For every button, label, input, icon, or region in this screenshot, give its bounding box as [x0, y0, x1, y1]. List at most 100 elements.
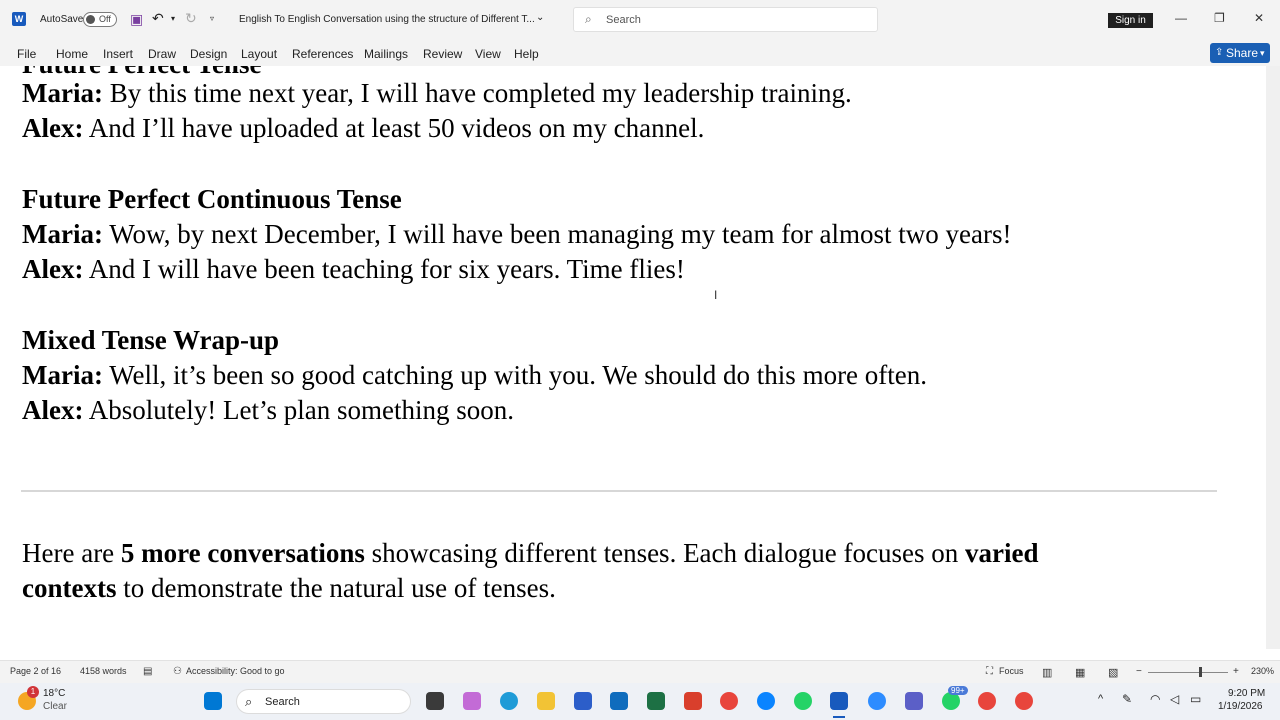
- intro-bold: varied: [964, 538, 1039, 568]
- dialogue-line: Alex: And I will have been teaching for …: [22, 254, 685, 285]
- word-count[interactable]: 4158 words: [80, 666, 127, 676]
- search-icon: ⌕: [585, 12, 592, 26]
- zoom-level[interactable]: 230%: [1251, 666, 1274, 676]
- accessibility-icon: ⚇: [173, 666, 182, 677]
- dialogue-line: Maria: Well, it’s been so good catching …: [22, 360, 927, 391]
- weather-temp[interactable]: 18°C: [43, 688, 65, 699]
- undo-icon[interactable]: ↶: [152, 10, 164, 27]
- tab-insert[interactable]: Insert: [103, 47, 133, 61]
- volume-icon[interactable]: ◁: [1170, 692, 1179, 706]
- search-box[interactable]: ⌕ Search: [573, 7, 878, 32]
- focus-icon: ⛶: [986, 666, 993, 677]
- speaker: Maria:: [22, 360, 103, 390]
- tab-review[interactable]: Review: [423, 47, 462, 61]
- zoom-in-icon[interactable]: +: [1233, 666, 1239, 677]
- document-canvas[interactable]: Future Perfect Tense Maria: By this time…: [0, 66, 1266, 649]
- dialogue-text: By this time next year, I will have comp…: [102, 78, 852, 108]
- autosave-toggle[interactable]: Off: [83, 12, 117, 27]
- share-label: Share: [1226, 46, 1259, 60]
- zoom-slider[interactable]: [1148, 672, 1228, 673]
- weather-desc[interactable]: Clear: [43, 701, 67, 712]
- taskbar-search[interactable]: ⌕ Search: [236, 689, 411, 714]
- tab-home[interactable]: Home: [56, 47, 88, 61]
- focus-button[interactable]: Focus: [999, 666, 1024, 676]
- tab-references[interactable]: References: [292, 47, 353, 61]
- weather-badge: 1: [27, 686, 39, 698]
- share-icon: ⇪: [1215, 47, 1224, 58]
- tray-chevron-icon[interactable]: ^: [1098, 693, 1103, 705]
- tray-app-icon[interactable]: ✎: [1122, 692, 1132, 706]
- proofing-icon[interactable]: ▤: [143, 666, 152, 677]
- autosave-state: Off: [99, 14, 111, 24]
- dialogue-line: Maria: Wow, by next December, I will hav…: [22, 219, 1011, 250]
- intro-text: showcasing different tenses. Each dialog…: [364, 538, 965, 568]
- share-dropdown-icon: ▾: [1260, 48, 1265, 58]
- vertical-scrollbar[interactable]: [1266, 66, 1280, 649]
- store-icon[interactable]: [574, 692, 592, 710]
- tab-draw[interactable]: Draw: [148, 47, 176, 61]
- status-bar: Page 2 of 16 4158 words ▤ ⚇ Accessibilit…: [0, 660, 1280, 683]
- copilot-icon[interactable]: [463, 692, 481, 710]
- zoom-out-icon[interactable]: −: [1136, 666, 1142, 677]
- undo-dropdown-icon[interactable]: ▾: [171, 14, 175, 23]
- chrome-profile-icon[interactable]: [978, 692, 996, 710]
- zoom-slider-thumb[interactable]: [1199, 667, 1202, 677]
- word-taskbar-icon[interactable]: [830, 692, 848, 710]
- zoom-app-icon[interactable]: [868, 692, 886, 710]
- title-bar: W AutoSave Off ▣ ↶ ▾ ↻ ▿ English To Engl…: [0, 0, 1280, 40]
- page-count[interactable]: Page 2 of 16: [10, 666, 61, 676]
- chrome-second-icon[interactable]: [1015, 692, 1033, 710]
- outlook-icon[interactable]: [610, 692, 628, 710]
- intro-text: Here are: [22, 538, 121, 568]
- toggle-knob: [86, 15, 95, 24]
- taskbar-search-icon: ⌕: [245, 694, 253, 709]
- intro-bold: 5 more conversations: [120, 538, 365, 568]
- tab-mailings[interactable]: Mailings: [364, 47, 408, 61]
- document-title[interactable]: English To English Conversation using th…: [239, 14, 535, 25]
- read-mode-icon[interactable]: ▥: [1042, 666, 1052, 679]
- close-icon[interactable]: ✕: [1254, 11, 1264, 25]
- tab-file[interactable]: File: [17, 47, 36, 61]
- tab-design[interactable]: Design: [190, 47, 227, 61]
- web-layout-icon[interactable]: ▧: [1108, 666, 1118, 679]
- file-explorer-icon[interactable]: [537, 692, 555, 710]
- speaker: Alex:: [22, 395, 84, 425]
- customize-toolbar-icon[interactable]: ▿: [210, 14, 214, 23]
- edge-icon[interactable]: [500, 692, 518, 710]
- whatsapp-badge: 99+: [948, 686, 968, 695]
- ribbon-tabs: File Home Insert Draw Design Layout Refe…: [0, 40, 1280, 66]
- horizontal-rule: [21, 490, 1217, 492]
- messenger-icon[interactable]: [757, 692, 775, 710]
- dialogue-line: Alex: Absolutely! Let’s plan something s…: [22, 395, 514, 426]
- tab-view[interactable]: View: [475, 47, 501, 61]
- share-button[interactable]: ⇪ Share ▾: [1210, 43, 1270, 63]
- pdf-reader-icon[interactable]: [684, 692, 702, 710]
- tab-help[interactable]: Help: [514, 47, 539, 61]
- whatsapp-icon[interactable]: [794, 692, 812, 710]
- chrome-icon[interactable]: [720, 692, 738, 710]
- sign-in-button[interactable]: Sign in: [1108, 13, 1153, 28]
- dialogue-line: Maria: By this time next year, I will ha…: [22, 78, 852, 109]
- dialogue-text: And I will have been teaching for six ye…: [83, 254, 685, 284]
- word-app-icon: W: [12, 12, 26, 26]
- clock-date[interactable]: 1/19/2026: [1218, 701, 1263, 712]
- dialogue-text: And I’ll have uploaded at least 50 video…: [83, 113, 705, 143]
- wifi-icon[interactable]: ◠: [1150, 692, 1160, 706]
- restore-icon[interactable]: ❐: [1214, 11, 1225, 25]
- search-placeholder: Search: [606, 14, 641, 26]
- teams-icon[interactable]: [905, 692, 923, 710]
- minimize-icon[interactable]: —: [1175, 11, 1187, 25]
- save-icon[interactable]: ▣: [130, 11, 143, 28]
- windows-start-icon[interactable]: [204, 692, 222, 710]
- task-view-icon[interactable]: [426, 692, 444, 710]
- battery-icon[interactable]: ▭: [1190, 692, 1201, 706]
- accessibility-status[interactable]: Accessibility: Good to go: [186, 666, 285, 676]
- excel-icon[interactable]: [647, 692, 665, 710]
- title-dropdown-icon[interactable]: ⌄: [536, 12, 544, 23]
- dialogue-text: Wow, by next December, I will have been …: [102, 219, 1012, 249]
- clock-time[interactable]: 9:20 PM: [1228, 688, 1265, 699]
- intro-text: to demonstrate the natural use of tenses…: [116, 573, 556, 603]
- print-layout-icon[interactable]: ▦: [1075, 666, 1085, 679]
- tab-layout[interactable]: Layout: [241, 47, 277, 61]
- redo-icon[interactable]: ↻: [185, 10, 197, 27]
